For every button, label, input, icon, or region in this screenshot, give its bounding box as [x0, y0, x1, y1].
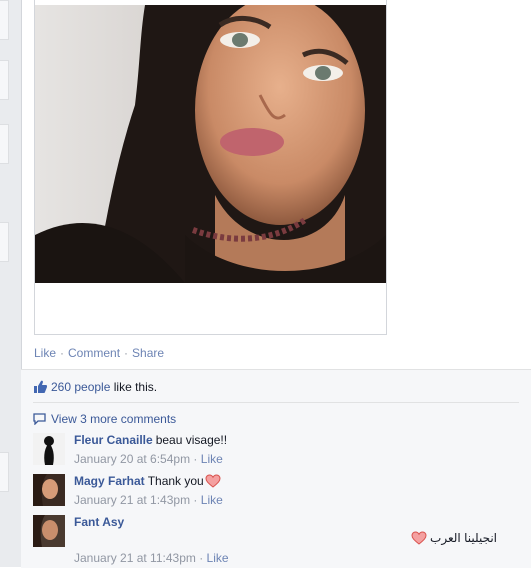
separator: · — [124, 346, 129, 360]
separator: · — [193, 452, 198, 466]
comment-like-link[interactable]: Like — [201, 452, 223, 466]
comment-author[interactable]: Fleur Canaille beau visage!! — [74, 433, 227, 447]
view-more-comments-link[interactable]: View 3 more comments — [33, 412, 176, 428]
comment-meta: January 21 at 11:43pm · Like — [74, 551, 229, 565]
comment-text-arabic: انجيلينا العرب — [430, 531, 497, 545]
author-name[interactable]: Fant Asy — [74, 515, 124, 529]
left-sidebar-rail — [0, 0, 22, 567]
post-actions: Like · Comment · Share — [34, 346, 164, 360]
comment-author[interactable]: Fant Asy — [74, 515, 124, 529]
comment-item: Magy Farhat Thank you January 21 at 1:43p… — [33, 474, 519, 514]
comment-author[interactable]: Magy Farhat Thank you — [74, 474, 221, 491]
heart-icon — [205, 474, 221, 491]
post-photo[interactable] — [35, 5, 386, 283]
comment-link[interactable]: Comment — [68, 346, 120, 360]
comment-timestamp[interactable]: January 21 at 11:43pm — [74, 551, 196, 565]
separator: · — [60, 346, 65, 360]
comment-item: Fleur Canaille beau visage!! January 20 a… — [33, 433, 519, 473]
thumbs-up-icon — [33, 380, 47, 396]
view-more-label: View 3 more comments — [51, 412, 177, 426]
separator: · — [199, 551, 204, 565]
likes-summary: 260 people like this. — [33, 380, 157, 396]
photo-card — [34, 0, 387, 335]
comment-timestamp[interactable]: January 20 at 6:54pm — [74, 452, 190, 466]
comment-item: Fant Asy انجيلينا العرب January 21 at 11… — [33, 515, 519, 565]
rail-tab[interactable] — [0, 222, 9, 262]
rail-tab[interactable] — [0, 452, 9, 492]
likes-count-link[interactable]: 260 people — [51, 380, 110, 394]
author-name[interactable]: Magy Farhat — [74, 474, 145, 488]
share-link[interactable]: Share — [132, 346, 164, 360]
comment-meta: January 21 at 1:43pm · Like — [74, 493, 223, 507]
comment-text: Thank you — [147, 474, 204, 488]
separator: · — [193, 493, 198, 507]
comments-panel: 260 people like this. View 3 more commen… — [21, 369, 531, 568]
avatar[interactable] — [33, 474, 65, 506]
comment-bubble-icon — [33, 413, 46, 428]
divider — [33, 402, 519, 403]
comment-timestamp[interactable]: January 21 at 1:43pm — [74, 493, 190, 507]
rail-tab[interactable] — [0, 124, 9, 164]
comment-like-link[interactable]: Like — [201, 493, 223, 507]
rail-tab[interactable] — [0, 60, 9, 100]
heart-icon — [411, 531, 427, 548]
like-link[interactable]: Like — [34, 346, 56, 360]
avatar[interactable] — [33, 515, 65, 547]
comment-meta: January 20 at 6:54pm · Like — [74, 452, 223, 466]
likes-suffix: like this. — [113, 380, 158, 394]
portrait-image — [35, 5, 386, 283]
comment-text: انجيلينا العرب — [411, 531, 497, 548]
comment-like-link[interactable]: Like — [207, 551, 229, 565]
avatar[interactable] — [33, 433, 65, 465]
author-name[interactable]: Fleur Canaille — [74, 433, 153, 447]
comment-text: beau visage!! — [155, 433, 228, 447]
rail-tab[interactable] — [0, 0, 9, 40]
